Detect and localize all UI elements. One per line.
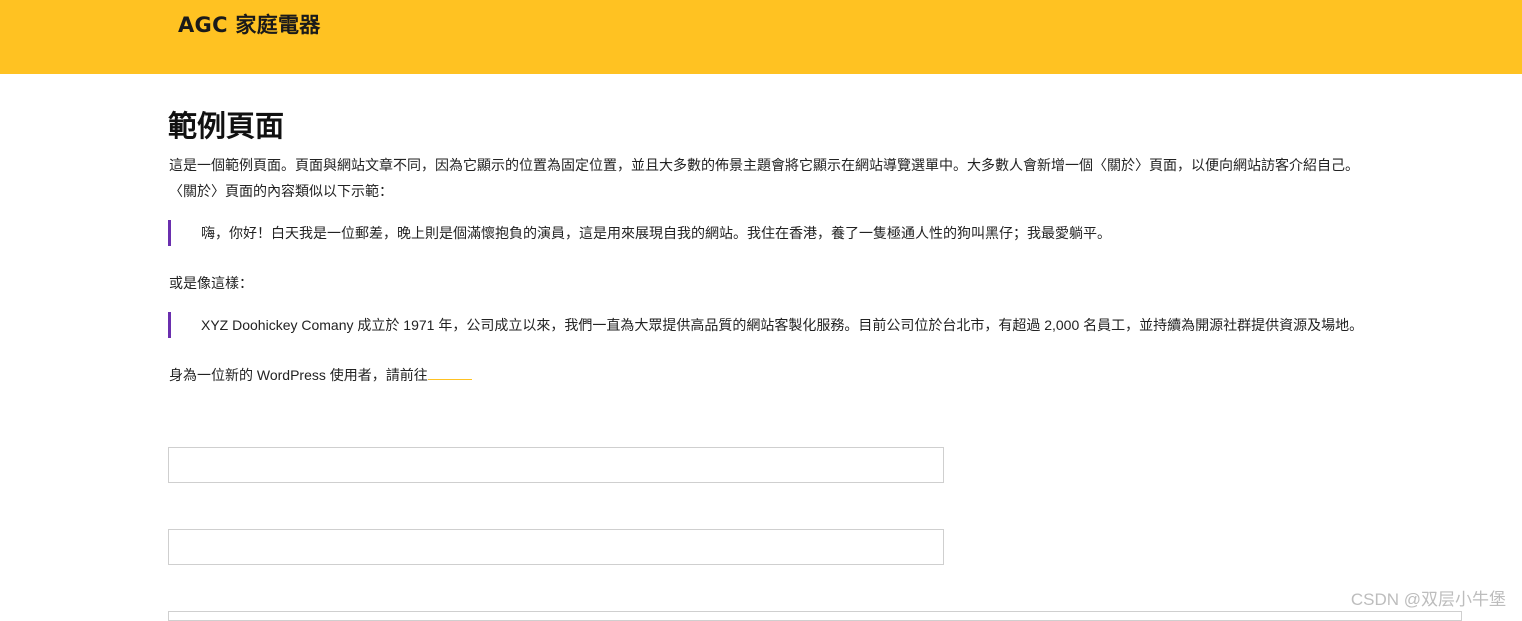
text-field-2[interactable] [168,529,944,565]
dashboard-link[interactable] [427,365,472,380]
site-title-link[interactable]: AGC 家庭電器 [178,9,321,39]
text-area-3[interactable] [168,611,1462,621]
site-header: AGC 家庭電器 [0,0,1522,74]
intro-paragraph: 這是一個範例頁面。頁面與網站文章不同，因為它顯示的位置為固定位置，並且大多數的佈… [169,152,1359,204]
quote-company: XYZ Doohickey Comany 成立於 1971 年，公司成立以來，我… [168,312,1363,338]
quote-postman-text: 嗨，你好！白天我是一位郵差，晚上則是個滿懷抱負的演員，這是用來展現自我的網站。我… [201,225,1111,241]
page-title: 範例頁面 [168,109,285,143]
quote-postman: 嗨，你好！白天我是一位郵差，晚上則是個滿懷抱負的演員，這是用來展現自我的網站。我… [168,220,1111,246]
or-like-paragraph: 或是像這樣： [169,275,253,291]
text-field-1[interactable] [168,447,944,483]
intro-line-1: 這是一個範例頁面。頁面與網站文章不同，因為它顯示的位置為固定位置，並且大多數的佈… [169,157,1359,173]
quote-company-text: XYZ Doohickey Comany 成立於 1971 年，公司成立以來，我… [201,317,1364,333]
intro-line-2: 〈關於〉頁面的內容類似以下示範： [169,183,393,199]
new-user-paragraph: 身為一位新的 WordPress 使用者，請前往 [169,362,472,388]
csdn-watermark: CSDN @双层小牛堡 [1350,590,1506,609]
new-user-text: 身為一位新的 WordPress 使用者，請前往 [169,367,428,383]
